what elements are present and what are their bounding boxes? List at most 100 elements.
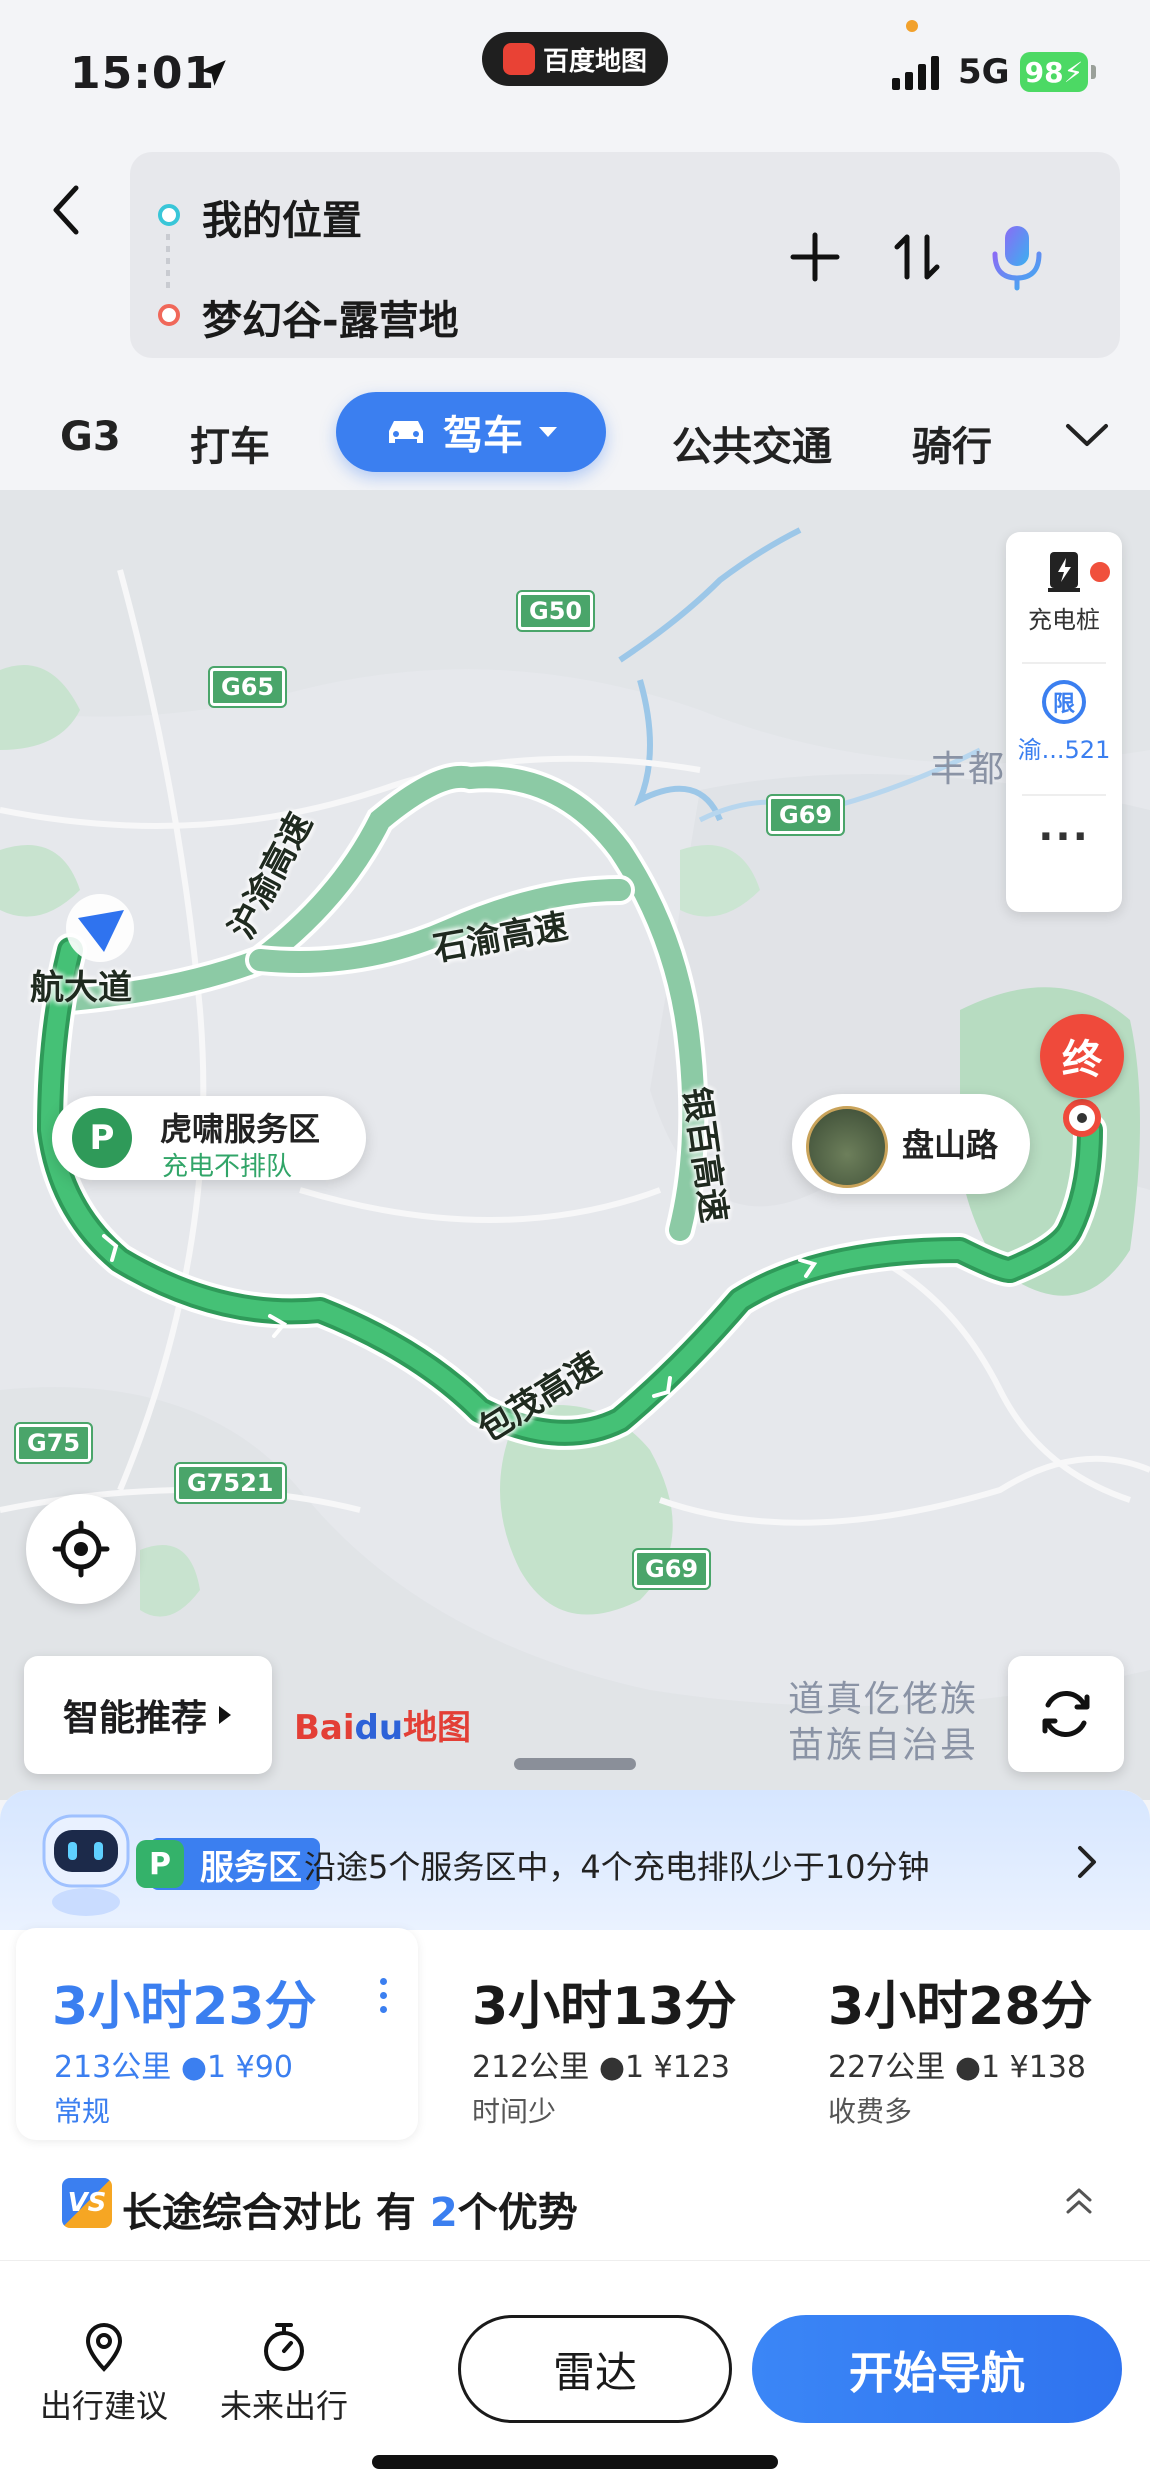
caret-down-icon — [539, 427, 557, 437]
route-sheet: P 服务区 沿途5个服务区中，4个充电排队少于10分钟 3小时23分 213公里… — [0, 1790, 1150, 2490]
route-meta: 227公里 ●​1 ¥138 — [828, 2050, 1086, 2085]
restriction-label: 渝...521 — [1017, 736, 1111, 764]
restriction-icon: 限 — [1042, 680, 1086, 724]
poi-callout[interactable]: 盘山路 — [792, 1094, 1030, 1194]
route-tag: 时间少 — [472, 2095, 557, 2128]
service-area-tag: P 服务区 — [136, 1838, 320, 1890]
road-label-hangda: 航大道 — [30, 968, 132, 1008]
more-options-icon[interactable] — [380, 1978, 388, 2020]
origin-field[interactable]: 我的位置 — [202, 188, 362, 246]
refresh-icon — [1042, 1691, 1090, 1737]
baidu-map-app-icon — [502, 43, 535, 75]
parking-icon: P — [136, 1840, 184, 1888]
sheet-drag-handle[interactable] — [514, 1758, 636, 1770]
car-icon — [389, 421, 423, 443]
route-meta: 213公里 ●​1 ¥90 — [54, 2050, 293, 2085]
network-type: 5G — [958, 52, 1010, 92]
poi-name: 盘山路 — [902, 1126, 999, 1164]
tab-transit[interactable]: 公共交通 — [672, 414, 832, 472]
highway-shield-g50: G50 — [515, 590, 596, 632]
place-label-daozhen-1: 道真仡佬族 — [788, 1679, 979, 1720]
crosshair-icon — [52, 1520, 110, 1578]
refresh-route-button[interactable] — [1008, 1656, 1124, 1772]
travel-mode-tabs: G3 打车 驾车 公共交通 骑行 — [0, 380, 1150, 490]
highway-shield-g65: G65 — [207, 666, 288, 708]
route-duration: 3小时28分 — [828, 1977, 1093, 2037]
tab-drive[interactable]: 驾车 — [336, 392, 606, 472]
route-tag: 常规 — [54, 2095, 111, 2128]
chevron-right-icon — [1078, 1846, 1096, 1878]
add-waypoint-button[interactable] — [780, 222, 850, 292]
traffic-light-icon: ●​ — [598, 2050, 625, 2085]
chevron-down-icon[interactable] — [1062, 410, 1112, 460]
route-header: 我的位置 梦幻谷-露营地 G3 打车 驾车 公共交通 骑行 — [0, 140, 1150, 490]
stopwatch-icon — [264, 2323, 304, 2371]
service-area-name: 虎啸服务区 — [160, 1110, 321, 1148]
route-options: 3小时23分 213公里 ●​1 ¥90 常规 3小时13分 212公里 ●​1… — [16, 1928, 1136, 2140]
caret-right-icon — [219, 1706, 231, 1724]
back-arrow-icon[interactable] — [46, 180, 86, 240]
charging-station-label: 充电桩 — [1028, 606, 1100, 634]
swap-route-button[interactable] — [882, 222, 952, 292]
long-trip-compare[interactable]: VS 长途综合对比 有 2个优势 — [0, 2160, 1150, 2250]
cellular-signal-icon — [892, 56, 939, 90]
baidu-map-logo: Baidu地图 — [294, 1708, 472, 1748]
travel-advice-button[interactable]: 出行建议 — [24, 2317, 184, 2427]
poi-thumbnail — [806, 1106, 888, 1188]
service-area-note: 充电不排队 — [162, 1152, 293, 1182]
smart-recommend-button[interactable]: 智能推荐 — [24, 1656, 272, 1774]
plate-restriction-button[interactable]: 限 渝...521 — [1006, 680, 1122, 765]
destination-pin[interactable]: 终 — [1040, 1014, 1124, 1098]
tab-taxi[interactable]: 打车 — [190, 414, 270, 472]
more-tools-button[interactable]: ... — [1006, 804, 1122, 850]
place-label-fengdu: 丰都 — [930, 749, 1007, 790]
place-label-daozhen-2: 苗族自治县 — [788, 1725, 979, 1766]
map-view[interactable]: 航大道 沪渝高速 石渝高速 银百高速 包茂高速 G50 G65 G69 G75 … — [0, 490, 1150, 1800]
tab-drive-label: 驾车 — [443, 413, 523, 459]
voice-input-button[interactable] — [982, 222, 1052, 292]
tab-bike[interactable]: 骑行 — [912, 414, 992, 472]
service-area-banner[interactable]: P 服务区 沿途5个服务区中，4个充电排队少于10分钟 — [0, 1790, 1150, 1930]
smart-recommend-label: 智能推荐 — [62, 1698, 207, 1739]
privacy-dot-icon — [906, 20, 918, 32]
highway-shield-g69-south: G69 — [631, 1548, 712, 1590]
status-bar: 15:01 百度地图 5G 98 ⚡ — [0, 0, 1150, 140]
route-connector — [166, 234, 170, 294]
highway-shield-g7521: G7521 — [174, 1462, 287, 1504]
robot-assistant-icon — [42, 1814, 130, 1916]
origin-dot-icon — [158, 204, 180, 226]
service-area-summary: 沿途5个服务区中，4个充电排队少于10分钟 — [304, 1848, 930, 1886]
highway-shield-g75: G75 — [13, 1422, 94, 1464]
charging-pile-icon — [1048, 552, 1080, 592]
app-name: 百度地图 — [542, 46, 647, 77]
swap-icon — [894, 234, 940, 280]
double-chevron-up-icon[interactable] — [1064, 2184, 1094, 2218]
map-tools-panel: 充电桩 限 渝...521 ... — [1006, 532, 1122, 912]
route-option-2[interactable]: 3小时13分 212公里 ●​1 ¥123 时间少 — [434, 1928, 784, 2140]
route-option-3[interactable]: 3小时28分 227公里 ●​1 ¥138 收费多 — [790, 1928, 1136, 2140]
locate-me-button[interactable] — [26, 1494, 136, 1604]
app-indicator[interactable]: 百度地图 — [482, 32, 668, 86]
destination-field[interactable]: 梦幻谷-露营地 — [202, 288, 459, 346]
traffic-light-icon: ●​ — [180, 2050, 207, 2085]
compare-text: 长途综合对比 有 2个优势 — [122, 2190, 578, 2236]
battery-level: 98 — [1024, 55, 1064, 89]
route-duration: 3小时13分 — [472, 1977, 737, 2037]
notification-dot-icon — [1088, 560, 1112, 584]
charging-station-button[interactable]: 充电桩 — [1006, 548, 1122, 635]
start-navigation-button[interactable]: 开始导航 — [752, 2315, 1122, 2423]
service-area-callout[interactable]: P 虎啸服务区 充电不排队 — [52, 1096, 366, 1182]
tab-g3[interactable]: G3 — [60, 414, 121, 460]
battery-indicator: 98 ⚡ — [1020, 52, 1096, 92]
parking-charge-icon: P — [72, 1108, 132, 1168]
divider — [1022, 794, 1106, 796]
route-input-box: 我的位置 梦幻谷-露营地 — [130, 152, 1120, 358]
traffic-light-icon: ●​ — [954, 2050, 981, 2085]
home-indicator[interactable] — [372, 2455, 778, 2469]
radar-button[interactable]: 雷达 — [458, 2315, 732, 2423]
future-travel-button[interactable]: 未来出行 — [204, 2317, 364, 2427]
route-option-1[interactable]: 3小时23分 213公里 ●​1 ¥90 常规 — [16, 1928, 418, 2140]
future-travel-label: 未来出行 — [219, 2387, 348, 2425]
status-time: 15:01 — [70, 48, 216, 99]
route-duration: 3小时23分 — [52, 1977, 317, 2037]
